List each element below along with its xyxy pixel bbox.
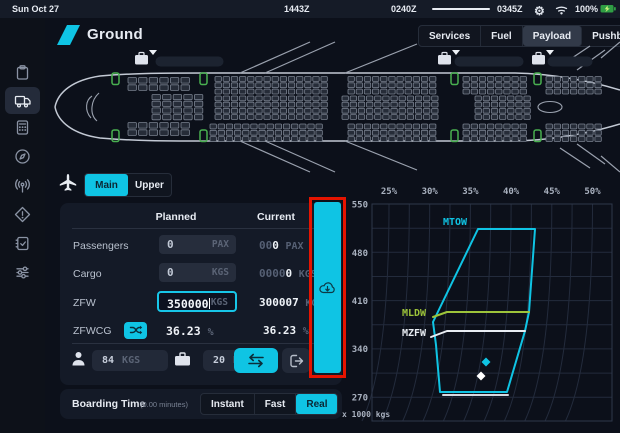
svg-text:410: 410 xyxy=(352,297,368,307)
door-marker xyxy=(451,73,458,85)
export-icon xyxy=(288,353,305,369)
clipboard-icon xyxy=(14,64,31,81)
passengers-current-value: 000 PAX xyxy=(259,239,304,252)
svg-text:50%: 50% xyxy=(584,187,601,197)
zfwcg-planned-value: 36.23 % xyxy=(166,324,214,338)
sidebar-item-ground-services[interactable] xyxy=(5,87,40,114)
column-header-planned: Planned xyxy=(156,211,197,223)
airplane-icon xyxy=(59,174,77,193)
boarding-speed-selector: Instant Fast Real xyxy=(200,393,338,415)
checklist-book-icon xyxy=(14,235,31,252)
svg-text:45%: 45% xyxy=(544,187,561,197)
leg-end-time: 0345Z xyxy=(497,4,523,14)
deck-selector: Main Upper xyxy=(84,173,172,197)
battery-percent: 100% xyxy=(575,4,598,14)
column-header-current: Current xyxy=(257,211,295,223)
passenger-icon xyxy=(71,351,86,366)
svg-text:340: 340 xyxy=(352,345,368,355)
settings-sliders-icon xyxy=(14,264,31,281)
sidebar-item-clipboard[interactable] xyxy=(5,59,40,86)
svg-text:40%: 40% xyxy=(503,187,520,197)
zfw-planned-input[interactable]: 350000 KGS xyxy=(157,291,237,312)
svg-text:550: 550 xyxy=(352,201,368,211)
svg-text:MLDW: MLDW xyxy=(402,308,427,319)
swap-planned-current-button[interactable] xyxy=(234,348,278,373)
row-label-passengers: Passengers xyxy=(73,240,128,252)
boarding-time-label: Boarding Time xyxy=(72,398,145,410)
svg-text:x 1000 kgs: x 1000 kgs xyxy=(342,410,390,419)
row-label-zfwcg: ZFWCG xyxy=(73,325,112,337)
import-progress-bar[interactable] xyxy=(314,202,341,373)
status-date: Sun Oct 27 xyxy=(12,4,59,14)
radio-antenna-icon xyxy=(14,177,31,194)
sidebar-item-calculator[interactable] xyxy=(5,114,40,141)
boarding-time-note: (0.00 minutes) xyxy=(140,400,188,409)
sidebar-item-alerts[interactable] xyxy=(5,201,40,228)
passengers-planned-input[interactable]: 0 PAX xyxy=(159,235,236,254)
boarding-time-panel: Boarding Time (0.00 minutes) Instant Fas… xyxy=(60,389,342,419)
door-marker xyxy=(451,130,458,142)
swap-arrows-icon xyxy=(246,353,266,368)
cargo-current-value: 00000 KGS xyxy=(259,267,317,280)
svg-text:480: 480 xyxy=(352,249,368,259)
payload-panel: Planned Current Passengers 0 PAX 000 PAX… xyxy=(60,203,342,385)
sidebar-nav xyxy=(0,18,45,433)
flight-progress-bar xyxy=(432,8,490,10)
svg-text:MTOW: MTOW xyxy=(443,217,468,228)
deck-tab-main[interactable]: Main xyxy=(85,174,128,196)
boarding-option-instant[interactable]: Instant xyxy=(201,394,255,414)
svg-text:MZFW: MZFW xyxy=(402,328,427,339)
sidebar-item-compass[interactable] xyxy=(5,143,40,170)
svg-text:35%: 35% xyxy=(462,187,479,197)
warning-diamond-icon xyxy=(14,206,31,223)
divider xyxy=(72,343,330,344)
utc-clock: 1443Z xyxy=(284,4,310,14)
cloud-download-icon xyxy=(318,280,337,296)
cargo-hold-selector-1[interactable] xyxy=(135,50,224,67)
leg-start-time: 0240Z xyxy=(391,4,417,14)
boarding-option-real[interactable]: Real xyxy=(296,394,337,414)
ground-truck-icon xyxy=(14,92,32,109)
seat-map[interactable] xyxy=(45,40,620,175)
boarding-option-fast[interactable]: Fast xyxy=(255,394,297,414)
svg-text:25%: 25% xyxy=(381,187,398,197)
calculator-icon xyxy=(14,119,31,136)
baggage-icon xyxy=(174,352,191,366)
row-label-cargo: Cargo xyxy=(73,268,102,280)
settings-gear-icon[interactable]: ⚙ xyxy=(534,4,545,18)
svg-text:270: 270 xyxy=(352,393,368,403)
shuffle-icon xyxy=(129,324,143,337)
cg-envelope-chart: 25% 30% 35% 40% 45% 50% 550 480 410 340 270 x 1000 … xyxy=(340,178,620,433)
cargo-planned-input[interactable]: 0 KGS xyxy=(159,263,236,282)
status-bar: Sun Oct 27 1443Z 0240Z 0345Z ⚙ 100% xyxy=(0,0,620,18)
door-marker xyxy=(200,130,207,142)
zfwcg-current-value: 36.23 % xyxy=(263,324,309,337)
cargo-hold-selector-2[interactable] xyxy=(438,50,524,67)
deck-tab-upper[interactable]: Upper xyxy=(128,174,171,196)
row-label-zfw: ZFW xyxy=(73,297,96,309)
efb-screen: Sun Oct 27 1443Z 0240Z 0345Z ⚙ 100% xyxy=(0,0,620,433)
cargo-hold-selector-3[interactable] xyxy=(532,50,593,67)
divider xyxy=(72,228,330,229)
pax-weight-input[interactable]: 84 KGS xyxy=(92,350,168,371)
sidebar-item-settings[interactable] xyxy=(5,259,40,286)
text-cursor xyxy=(209,298,211,309)
sidebar-item-checklist[interactable] xyxy=(5,230,40,257)
compass-icon xyxy=(14,148,31,165)
battery-charging-icon xyxy=(600,4,617,14)
randomize-cg-button[interactable] xyxy=(124,322,147,339)
svg-text:30%: 30% xyxy=(422,187,439,197)
export-button[interactable] xyxy=(282,348,310,373)
wifi-icon xyxy=(555,4,568,15)
door-marker xyxy=(200,73,207,85)
sidebar-item-radio[interactable] xyxy=(5,172,40,199)
